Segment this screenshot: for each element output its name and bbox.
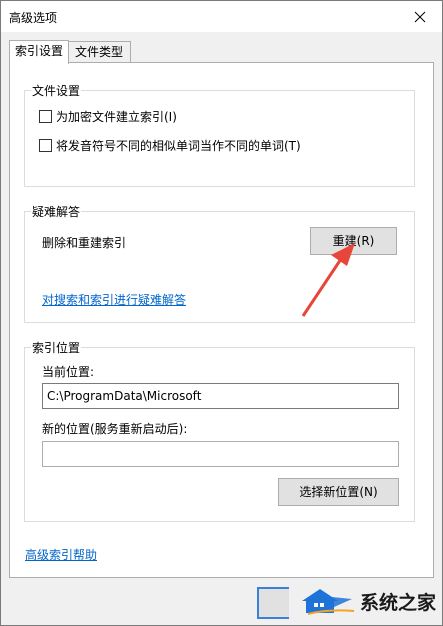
advanced-options-dialog: 高级选项 索引设置 文件类型 文件设置 为加密文件建立索引(I) 将发音符号不同… [0, 0, 443, 626]
watermark-text: 系统之家 [359, 591, 436, 614]
house-logo-icon [301, 589, 355, 615]
watermark-logo: 系统之家 [298, 585, 436, 617]
annotation-arrow [301, 243, 355, 317]
tab-index-settings[interactable]: 索引设置 [9, 40, 69, 64]
